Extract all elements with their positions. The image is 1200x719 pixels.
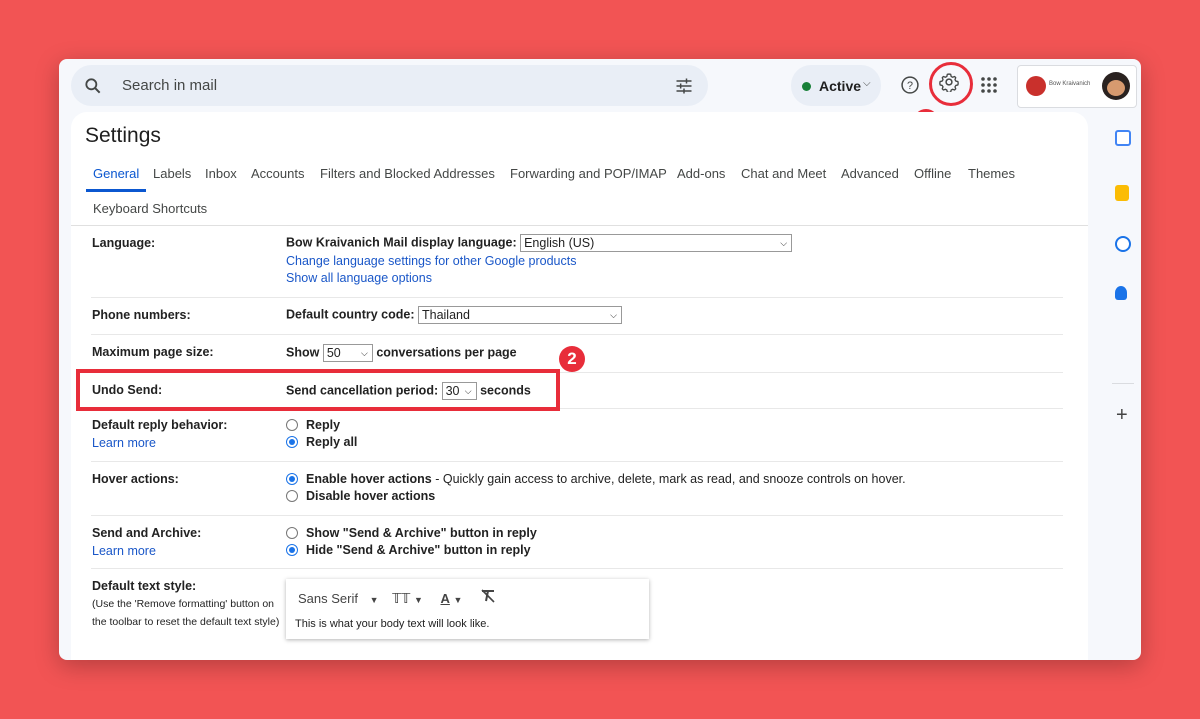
page-size-suffix: conversations per page	[376, 345, 517, 360]
calendar-icon[interactable]	[1115, 130, 1131, 146]
status-button[interactable]: Active ⌵	[791, 65, 881, 106]
tasks-icon[interactable]	[1115, 236, 1131, 252]
text-style-editor[interactable]: Sans Serif ▼ 𝕋𝕋 ▼ A ▼ This is what your …	[286, 579, 649, 639]
show-label: Show	[286, 345, 320, 360]
reply-all-radio[interactable]	[286, 435, 298, 448]
setting-row-language: Language: Bow Kraivanich Mail display la…	[91, 226, 1063, 298]
font-family-select[interactable]: Sans Serif	[298, 591, 358, 606]
show-language-options-link[interactable]: Show all language options	[286, 271, 432, 285]
tab-general[interactable]: General	[93, 166, 139, 181]
display-language-label: Bow Kraivanich Mail display language:	[286, 235, 517, 250]
tab-offline[interactable]: Offline	[914, 166, 951, 181]
chevron-down-icon[interactable]: ▼	[414, 595, 423, 605]
contacts-icon[interactable]	[1115, 286, 1127, 300]
show-send-archive-radio[interactable]	[286, 526, 298, 539]
country-select[interactable]: Thailand ⌵	[417, 306, 622, 324]
tab-inbox[interactable]: Inbox	[205, 166, 237, 181]
keep-icon[interactable]	[1115, 185, 1129, 201]
tab-filters[interactable]: Filters and Blocked Addresses	[320, 166, 495, 181]
setting-row-text-style: Default text style: (Use the 'Remove for…	[92, 579, 288, 631]
help-icon[interactable]: ?	[900, 75, 920, 100]
tab-labels[interactable]: Labels	[153, 166, 191, 181]
gear-icon	[939, 72, 959, 97]
disable-hover-label: Disable hover actions	[306, 489, 436, 503]
hover-description: - Quickly gain access to archive, delete…	[435, 472, 906, 486]
tab-advanced[interactable]: Advanced	[841, 166, 899, 181]
setting-row-hover: Hover actions: Enable hover actions - Qu…	[91, 462, 1063, 516]
change-language-link[interactable]: Change language settings for other Googl…	[286, 254, 576, 268]
gmail-window: Search in mail Active ⌵ ? 1 Bow Kraivani…	[59, 59, 1141, 660]
divider	[1112, 383, 1134, 384]
tab-forwarding[interactable]: Forwarding and POP/IMAP	[510, 166, 667, 181]
svg-text:?: ?	[907, 80, 913, 92]
chevron-down-icon[interactable]: ▼	[454, 595, 463, 605]
search-input[interactable]: Search in mail	[122, 77, 217, 94]
enable-hover-radio[interactable]	[286, 472, 298, 485]
page-size-select[interactable]: 50 ⌵	[322, 344, 373, 362]
search-icon[interactable]	[83, 76, 103, 101]
setting-row-send-archive: Send and Archive: Learn more Show "Send …	[91, 516, 1063, 569]
settings-panel: Settings General Labels Inbox Accounts F…	[71, 112, 1088, 660]
account-name: Bow Kraivanich	[1049, 81, 1091, 87]
disable-hover-radio[interactable]	[286, 489, 298, 502]
text-color-icon[interactable]: A	[441, 591, 450, 606]
hide-send-archive-label: Hide "Send & Archive" button in reply	[306, 543, 531, 557]
reply-radio[interactable]	[286, 418, 298, 431]
enable-hover-label: Enable hover actions	[306, 472, 432, 486]
setting-label: Language:	[92, 236, 156, 250]
setting-label: Phone numbers:	[92, 308, 191, 322]
country-code-label: Default country code:	[286, 307, 415, 322]
status-label: Active	[819, 78, 862, 94]
setting-label: Hover actions:	[92, 472, 179, 486]
language-select[interactable]: English (US) ⌵	[520, 234, 793, 252]
add-icon[interactable]: +	[1116, 404, 1128, 427]
text-style-hint: (Use the 'Remove formatting' button on t…	[92, 598, 280, 628]
setting-row-reply: Default reply behavior: Learn more Reply…	[91, 409, 1063, 462]
settings-gear-button[interactable]	[929, 62, 973, 106]
side-panel: +	[1100, 112, 1141, 660]
tab-themes[interactable]: Themes	[968, 166, 1015, 181]
reply-all-option-label: Reply all	[306, 435, 358, 449]
learn-more-link[interactable]: Learn more	[92, 544, 156, 558]
setting-row-phone: Phone numbers: Default country code: Tha…	[91, 298, 1063, 335]
show-send-archive-label: Show "Send & Archive" button in reply	[306, 526, 537, 540]
setting-label: Default reply behavior:	[92, 418, 228, 432]
avatar[interactable]	[1102, 72, 1130, 100]
tune-icon[interactable]	[674, 76, 694, 101]
status-dot	[802, 82, 811, 91]
remove-formatting-icon[interactable]	[480, 589, 496, 606]
tab-chat-meet[interactable]: Chat and Meet	[741, 166, 826, 181]
active-tab-indicator	[86, 189, 146, 192]
setting-label: Send and Archive:	[92, 526, 202, 540]
apps-grid-icon[interactable]	[980, 76, 998, 99]
reply-option-label: Reply	[306, 418, 341, 432]
chevron-down-icon[interactable]: ▼	[370, 595, 379, 605]
font-size-icon[interactable]: 𝕋𝕋	[392, 591, 410, 606]
undo-send-highlight	[76, 369, 560, 411]
chevron-down-icon: ⌵	[863, 78, 871, 89]
setting-label: Maximum page size:	[92, 345, 214, 359]
tab-keyboard-shortcuts[interactable]: Keyboard Shortcuts	[93, 201, 207, 216]
hide-send-archive-radio[interactable]	[286, 543, 298, 556]
account-switcher[interactable]: Bow Kraivanich	[1017, 65, 1137, 108]
page-title: Settings	[85, 124, 161, 147]
formatting-toolbar: Sans Serif ▼ 𝕋𝕋 ▼ A ▼	[298, 589, 496, 607]
text-sample: This is what your body text will look li…	[295, 618, 490, 630]
setting-label: Default text style:	[92, 579, 197, 593]
org-avatar	[1026, 76, 1046, 96]
annotation-badge-2: 2	[559, 346, 585, 372]
search-bar[interactable]: Search in mail	[71, 65, 708, 106]
tab-addons[interactable]: Add-ons	[677, 166, 725, 181]
learn-more-link[interactable]: Learn more	[92, 436, 156, 450]
tab-accounts[interactable]: Accounts	[251, 166, 304, 181]
